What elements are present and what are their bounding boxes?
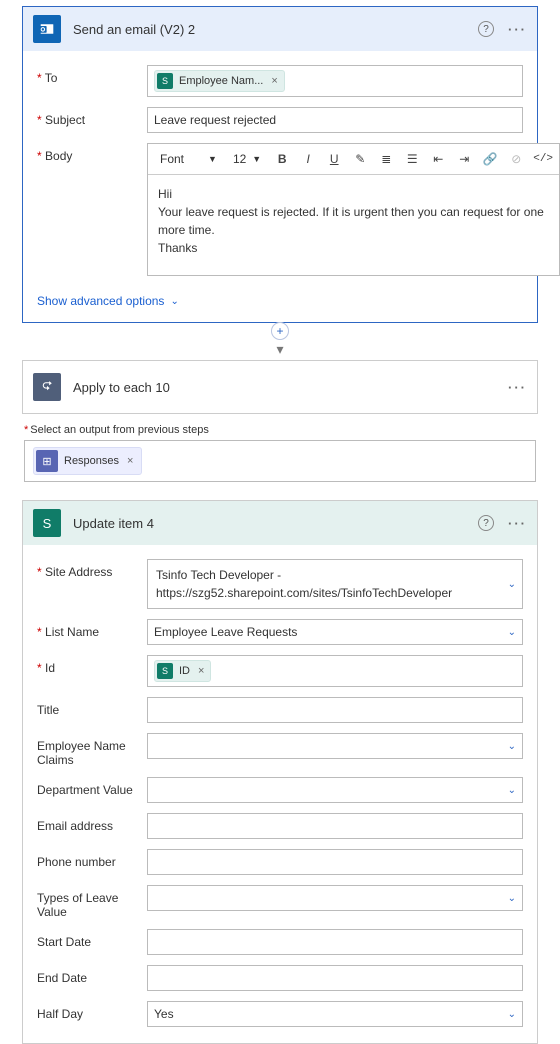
responses-token[interactable]: ⊞ Responses × xyxy=(33,447,142,475)
site-address-field[interactable]: Tsinfo Tech Developer - https://szg52.sh… xyxy=(147,559,523,609)
to-label: To xyxy=(37,65,147,85)
forms-icon: ⊞ xyxy=(36,450,58,472)
to-token[interactable]: S Employee Nam... × xyxy=(154,70,285,92)
email-field[interactable] xyxy=(147,813,523,839)
indent-right-button[interactable]: ⇥ xyxy=(455,152,473,166)
title-field[interactable] xyxy=(147,697,523,723)
help-icon[interactable]: ? xyxy=(478,515,494,531)
send-email-header[interactable]: Send an email (V2) 2 ? ··· xyxy=(23,7,537,51)
send-email-body: To S Employee Nam... × Subject Leave req… xyxy=(23,51,537,292)
subject-field[interactable]: Leave request rejected xyxy=(147,107,523,133)
body-text-area[interactable]: Hii Your leave request is rejected. If i… xyxy=(148,175,559,275)
arrow-down-icon: ▾ xyxy=(276,342,283,356)
more-menu-icon[interactable]: ··· xyxy=(508,22,527,37)
caret-down-icon: ▼ xyxy=(252,154,261,164)
body-field[interactable]: Font ▼ 12 ▼ B I U ✎ ≣ ☰ ⇤ ⇥ 🔗 xyxy=(147,143,560,276)
subject-label: Subject xyxy=(37,107,147,127)
site-address-line2: https://szg52.sharepoint.com/sites/Tsinf… xyxy=(156,586,498,600)
bold-button[interactable]: B xyxy=(273,152,291,166)
send-email-card: Send an email (V2) 2 ? ··· To S Employee… xyxy=(22,6,538,323)
update-item-body: Site Address Tsinfo Tech Developer - htt… xyxy=(23,545,537,1043)
update-item-header[interactable]: S Update item 4 ? ··· xyxy=(23,501,537,545)
sharepoint-mini-icon: S xyxy=(157,73,173,89)
help-icon[interactable]: ? xyxy=(478,21,494,37)
half-day-value: Yes xyxy=(154,1007,174,1021)
more-menu-icon[interactable]: ··· xyxy=(508,516,527,531)
update-item-card: S Update item 4 ? ··· Site Address Tsinf… xyxy=(22,500,538,1044)
email-label: Email address xyxy=(37,813,147,833)
chevron-down-icon[interactable]: ⌄ xyxy=(508,579,516,590)
to-token-label: Employee Nam... xyxy=(179,75,263,87)
body-line1: Hii xyxy=(158,185,549,203)
leave-type-field[interactable]: ⌄ xyxy=(147,885,523,911)
caret-down-icon: ▼ xyxy=(208,154,217,164)
id-field[interactable]: S ID × xyxy=(147,655,523,687)
show-advanced-link[interactable]: Show advanced options ⌄ xyxy=(23,292,537,322)
underline-button[interactable]: U xyxy=(325,152,343,166)
site-address-label: Site Address xyxy=(37,559,147,579)
employee-name-field[interactable]: ⌄ xyxy=(147,733,523,759)
apply-each-title: Apply to each 10 xyxy=(73,380,508,395)
phone-field[interactable] xyxy=(147,849,523,875)
connector: + ▾ xyxy=(0,322,560,356)
add-step-button[interactable]: + xyxy=(271,322,289,340)
leave-type-label: Types of Leave Value xyxy=(37,885,147,919)
department-label: Department Value xyxy=(37,777,147,797)
to-field[interactable]: S Employee Nam... × xyxy=(147,65,523,97)
body-line2: Your leave request is rejected. If it is… xyxy=(158,203,549,239)
chevron-down-icon[interactable]: ⌄ xyxy=(508,785,516,796)
list-name-value: Employee Leave Requests xyxy=(154,625,297,639)
numbered-list-button[interactable]: ☰ xyxy=(403,152,421,166)
apply-each-card: Apply to each 10 ··· xyxy=(22,360,538,414)
output-select-field[interactable]: ⊞ Responses × xyxy=(24,440,536,482)
half-day-field[interactable]: Yes ⌄ xyxy=(147,1001,523,1027)
remove-token-icon[interactable]: × xyxy=(198,665,204,677)
start-date-label: Start Date xyxy=(37,929,147,949)
remove-token-icon[interactable]: × xyxy=(127,455,133,467)
end-date-label: End Date xyxy=(37,965,147,985)
loop-icon xyxy=(33,373,61,401)
end-date-field[interactable] xyxy=(147,965,523,991)
more-menu-icon[interactable]: ··· xyxy=(508,380,527,395)
list-name-label: List Name xyxy=(37,619,147,639)
send-email-title: Send an email (V2) 2 xyxy=(73,22,478,37)
apply-each-header[interactable]: Apply to each 10 ··· xyxy=(23,361,537,413)
highlight-button[interactable]: ✎ xyxy=(351,152,369,166)
bullets-button[interactable]: ≣ xyxy=(377,152,395,166)
output-select-label: *Select an output from previous steps xyxy=(24,424,536,436)
chevron-down-icon[interactable]: ⌄ xyxy=(508,1009,516,1020)
italic-button[interactable]: I xyxy=(299,152,317,166)
phone-label: Phone number xyxy=(37,849,147,869)
link-button[interactable]: 🔗 xyxy=(481,152,499,166)
outlook-icon xyxy=(33,15,61,43)
start-date-field[interactable] xyxy=(147,929,523,955)
sharepoint-icon: S xyxy=(33,509,61,537)
employee-name-label: Employee Name Claims xyxy=(37,733,147,767)
half-day-label: Half Day xyxy=(37,1001,147,1021)
id-label: Id xyxy=(37,655,147,675)
body-line3: Thanks xyxy=(158,239,549,257)
remove-token-icon[interactable]: × xyxy=(271,75,277,87)
body-label: Body xyxy=(37,143,147,163)
title-label: Title xyxy=(37,697,147,717)
department-field[interactable]: ⌄ xyxy=(147,777,523,803)
fontsize-select[interactable]: 12 ▼ xyxy=(229,150,265,168)
list-name-field[interactable]: Employee Leave Requests ⌄ xyxy=(147,619,523,645)
sharepoint-mini-icon: S xyxy=(157,663,173,679)
unlink-button[interactable]: ⊘ xyxy=(507,152,525,166)
indent-left-button[interactable]: ⇤ xyxy=(429,152,447,166)
id-token[interactable]: S ID × xyxy=(154,660,211,682)
site-address-line1: Tsinfo Tech Developer - xyxy=(156,568,498,582)
chevron-down-icon[interactable]: ⌄ xyxy=(508,893,516,904)
chevron-down-icon[interactable]: ⌄ xyxy=(508,627,516,638)
rte-toolbar: Font ▼ 12 ▼ B I U ✎ ≣ ☰ ⇤ ⇥ 🔗 xyxy=(148,144,559,175)
subject-value: Leave request rejected xyxy=(154,113,276,127)
chevron-down-icon: ⌄ xyxy=(170,296,178,307)
font-select[interactable]: Font ▼ xyxy=(156,150,221,168)
update-item-title: Update item 4 xyxy=(73,516,478,531)
chevron-down-icon[interactable]: ⌄ xyxy=(508,741,516,752)
codeview-button[interactable]: </> xyxy=(533,153,551,165)
